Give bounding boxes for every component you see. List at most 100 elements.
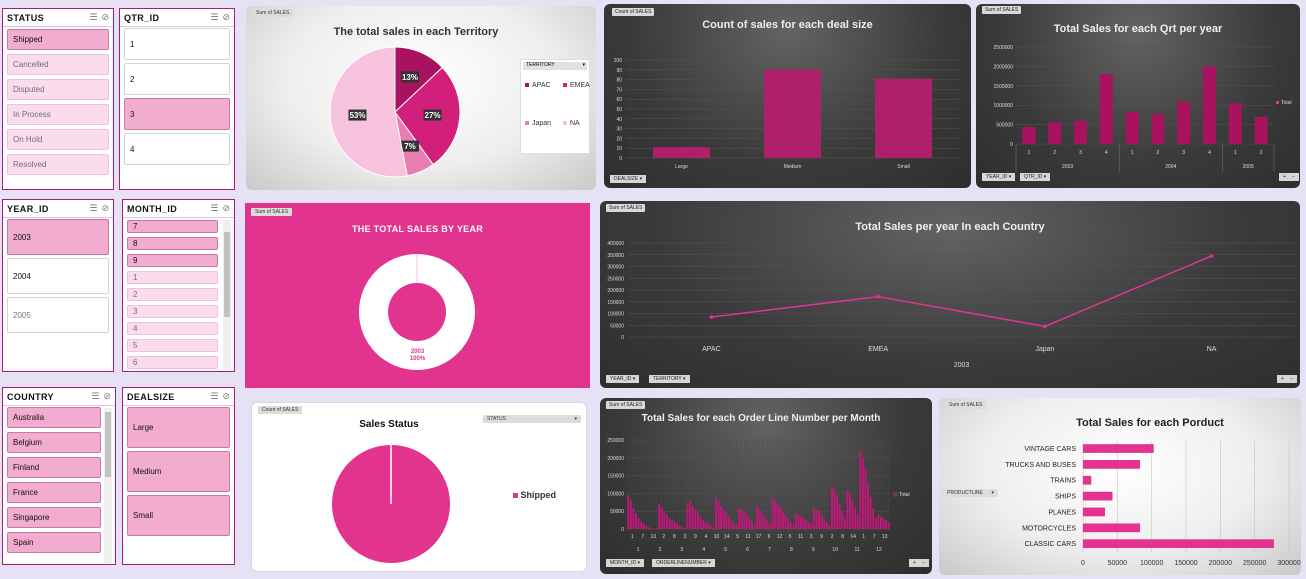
- legend-filter-button[interactable]: TERRITORY ▾: [523, 62, 587, 70]
- slicer-item-country-spain[interactable]: Spain: [7, 532, 101, 553]
- slicer-item-dealsize-large[interactable]: Large: [127, 407, 230, 448]
- bar: [704, 521, 707, 529]
- slicer-item-country-finland[interactable]: Finland: [7, 457, 101, 478]
- slicer-item-year-2004[interactable]: 2004: [7, 258, 109, 294]
- clear-filter-icon[interactable]: ⊘: [222, 391, 230, 402]
- data-point: [876, 294, 880, 299]
- data-point: [1043, 324, 1047, 329]
- x-tick-label: APAC: [702, 346, 721, 353]
- slicer-item-month-4[interactable]: 4: [127, 322, 218, 335]
- status-legend: Shipped: [513, 490, 556, 500]
- bar: [720, 505, 723, 529]
- legend-swatch: [563, 83, 567, 87]
- collapse-button[interactable]: −: [1286, 375, 1297, 383]
- clear-filter-icon[interactable]: ⊘: [103, 391, 111, 402]
- bar: [874, 518, 877, 529]
- slicer-item-status-disputed[interactable]: Disputed: [7, 79, 109, 100]
- slicer-item-country-singapore[interactable]: Singapore: [7, 507, 101, 528]
- dealsize-filter-button[interactable]: DEALSIZE ▾: [610, 175, 647, 183]
- month-scrollbar[interactable]: [223, 220, 231, 370]
- slicer-item-country-belgium[interactable]: Belgium: [7, 432, 101, 453]
- slicer-item-dealsize-medium[interactable]: Medium: [127, 451, 230, 492]
- slicer-title: QTR_ID: [124, 12, 160, 23]
- country-scrollbar[interactable]: [104, 408, 112, 563]
- bar: [642, 523, 645, 529]
- year-filter-button[interactable]: YEAR_ID ▾: [606, 375, 640, 383]
- multi-select-icon[interactable]: ☰: [91, 391, 99, 402]
- y-tick-label: 150000: [607, 300, 624, 306]
- slicer-item-month-3[interactable]: 3: [127, 305, 218, 318]
- slicer-item-qtr-2[interactable]: 2: [124, 63, 230, 95]
- slicer-item-status-in-process[interactable]: In Process: [7, 104, 109, 125]
- bar: [699, 516, 702, 529]
- slicer-item-country-australia[interactable]: Australia: [7, 407, 101, 428]
- slicer-item-qtr-1[interactable]: 1: [124, 28, 230, 60]
- slicer-item-year-2003[interactable]: 2003: [7, 219, 109, 255]
- multi-select-icon[interactable]: ☰: [89, 12, 97, 23]
- x-tick-label: 200000: [1209, 560, 1232, 567]
- data-label: 7%: [404, 142, 416, 151]
- multi-select-icon[interactable]: ☰: [89, 203, 97, 214]
- slicer-item-status-cancelled[interactable]: Cancelled: [7, 54, 109, 75]
- slicer-title: DEALSIZE: [127, 391, 175, 402]
- slicer-item-month-5[interactable]: 5: [127, 339, 218, 352]
- slicer-header: MONTH_ID ☰ ⊘: [123, 200, 234, 218]
- multi-select-icon[interactable]: ☰: [210, 203, 218, 214]
- collapse-button[interactable]: −: [1288, 173, 1299, 181]
- clear-filter-icon[interactable]: ⊘: [101, 12, 109, 23]
- x-group-label: 11: [855, 547, 860, 553]
- bar: [805, 520, 808, 529]
- clear-filter-icon[interactable]: ⊘: [101, 203, 109, 214]
- x-tick-label: 1: [1234, 150, 1237, 156]
- slicer-title: YEAR_ID: [7, 203, 49, 214]
- slicer-item-month-7[interactable]: 7: [127, 220, 218, 233]
- slicer-title: MONTH_ID: [127, 203, 178, 214]
- x-tick-label: 3: [1182, 150, 1185, 156]
- orderline-filter-button[interactable]: ORDERLINENUMBER ▾: [652, 559, 715, 567]
- slicer-item-month-2[interactable]: 2: [127, 288, 218, 301]
- slicer-item-month-9[interactable]: 9: [127, 254, 218, 267]
- slicer-item-month-6[interactable]: 6: [127, 356, 218, 369]
- bar: [686, 504, 689, 529]
- slicer-item-country-france[interactable]: France: [7, 482, 101, 503]
- slicer-item-status-on-hold[interactable]: On Hold: [7, 129, 109, 150]
- territory-pie-chart: Sum of SALES The total sales in each Ter…: [246, 6, 596, 190]
- clear-filter-icon[interactable]: ⊘: [222, 203, 230, 214]
- bar: [825, 521, 828, 529]
- bar: [841, 511, 844, 529]
- slicer-item-month-8[interactable]: 8: [127, 237, 218, 250]
- bar: [869, 496, 872, 529]
- slicer-item-year-2005[interactable]: 2005: [7, 297, 109, 333]
- bar: [740, 509, 743, 529]
- x-tick-label: Large: [675, 164, 688, 170]
- bar: [885, 520, 888, 529]
- territory-filter-button[interactable]: TERRITORY ▾: [649, 375, 690, 383]
- bar: [792, 525, 795, 529]
- bar: [867, 482, 870, 529]
- slicer-item-qtr-3[interactable]: 3: [124, 98, 230, 130]
- bar: [769, 523, 772, 529]
- bar: [789, 521, 792, 529]
- bar: [779, 507, 782, 529]
- collapse-button[interactable]: −: [918, 559, 929, 567]
- x-tick-label: 4: [705, 534, 708, 540]
- multi-select-icon[interactable]: ☰: [210, 12, 218, 23]
- bar: [830, 486, 833, 529]
- bar: [879, 516, 882, 529]
- bar: [851, 500, 854, 529]
- donut-hole: [388, 283, 446, 341]
- slicer-item-qtr-4[interactable]: 4: [124, 133, 230, 165]
- x-group-label: 2004: [1165, 164, 1176, 170]
- x-tick-label: 9: [820, 534, 823, 540]
- slicer-item-month-1[interactable]: 1: [127, 271, 218, 284]
- slicer-item-dealsize-small[interactable]: Small: [127, 495, 230, 536]
- slicer-item-status-resolved[interactable]: Resolved: [7, 154, 109, 175]
- bar: [707, 523, 710, 529]
- multi-select-icon[interactable]: ☰: [210, 391, 218, 402]
- clear-filter-icon[interactable]: ⊘: [222, 12, 230, 23]
- qtr-filter-button[interactable]: QTR_ID ▾: [1020, 173, 1051, 181]
- slicer-item-status-shipped[interactable]: Shipped: [7, 29, 109, 50]
- year-filter-button[interactable]: YEAR_ID ▾: [982, 173, 1016, 181]
- month-filter-button[interactable]: MONTH_ID ▾: [606, 559, 645, 567]
- bar: [782, 511, 784, 529]
